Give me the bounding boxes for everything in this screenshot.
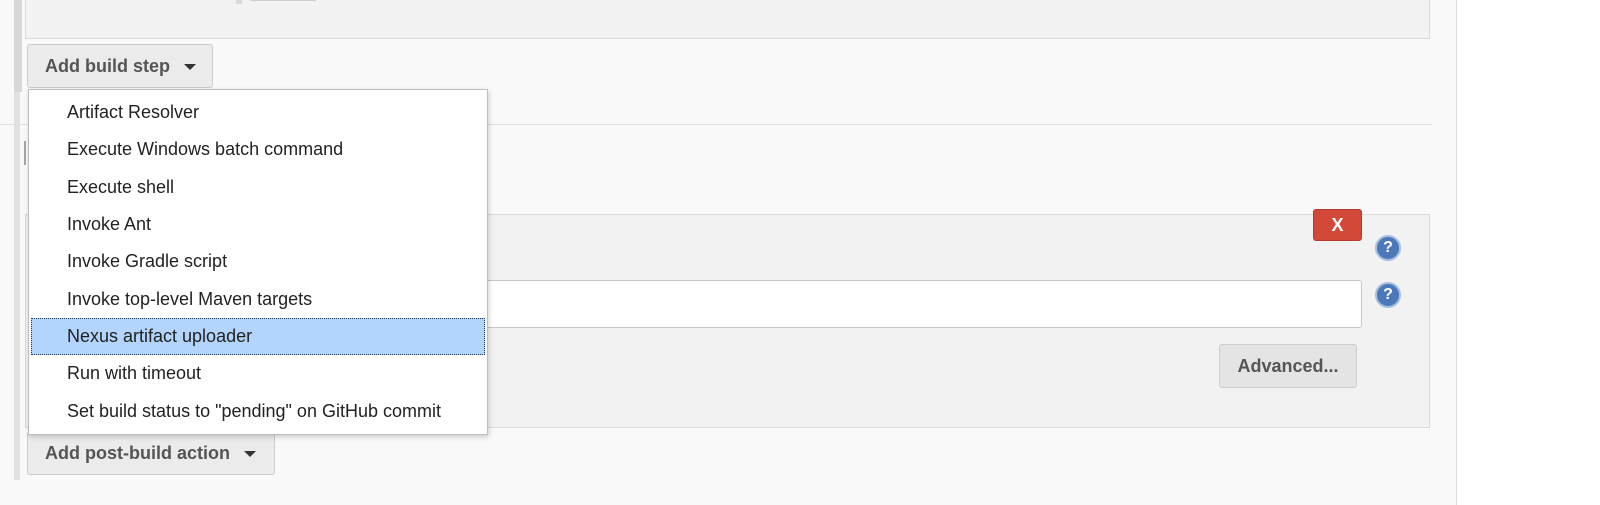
build-step-dropdown-menu: Artifact Resolver Execute Windows batch …: [28, 89, 488, 435]
menu-item-set-github-status-pending[interactable]: Set build status to "pending" on GitHub …: [31, 392, 485, 429]
menu-item-run-with-timeout[interactable]: Run with timeout: [31, 355, 485, 392]
panel-edge-stub: [236, 0, 242, 4]
menu-item-invoke-ant[interactable]: Invoke Ant: [31, 206, 485, 243]
menu-item-execute-shell[interactable]: Execute shell: [31, 169, 485, 206]
advanced-button[interactable]: Advanced...: [1219, 344, 1357, 388]
add-build-step-button[interactable]: Add build step: [27, 44, 213, 88]
help-icon[interactable]: ?: [1375, 282, 1401, 308]
section-heading-marker: [24, 141, 26, 165]
panel-input-stub: [250, 0, 316, 1]
menu-item-execute-windows-batch-command[interactable]: Execute Windows batch command: [31, 131, 485, 168]
existing-build-step-panel: [25, 0, 1430, 39]
post-build-text-input[interactable]: [484, 280, 1362, 328]
help-icon[interactable]: ?: [1375, 235, 1401, 261]
menu-item-invoke-gradle-script[interactable]: Invoke Gradle script: [31, 243, 485, 280]
add-post-build-action-button[interactable]: Add post-build action: [27, 431, 275, 475]
jenkins-config-page: Add build step X ? ? Advanced... Add pos…: [0, 0, 1600, 505]
build-section-indent-bar: [14, 0, 22, 92]
menu-item-invoke-maven-targets[interactable]: Invoke top-level Maven targets: [31, 280, 485, 317]
chevron-down-icon: [243, 451, 256, 457]
menu-item-nexus-artifact-uploader[interactable]: Nexus artifact uploader: [31, 317, 485, 356]
menu-item-artifact-resolver[interactable]: Artifact Resolver: [31, 94, 485, 131]
add-build-step-label: Add build step: [45, 55, 170, 76]
chevron-down-icon: [184, 64, 196, 70]
add-post-build-action-label: Add post-build action: [45, 442, 230, 463]
delete-button[interactable]: X: [1313, 209, 1362, 241]
